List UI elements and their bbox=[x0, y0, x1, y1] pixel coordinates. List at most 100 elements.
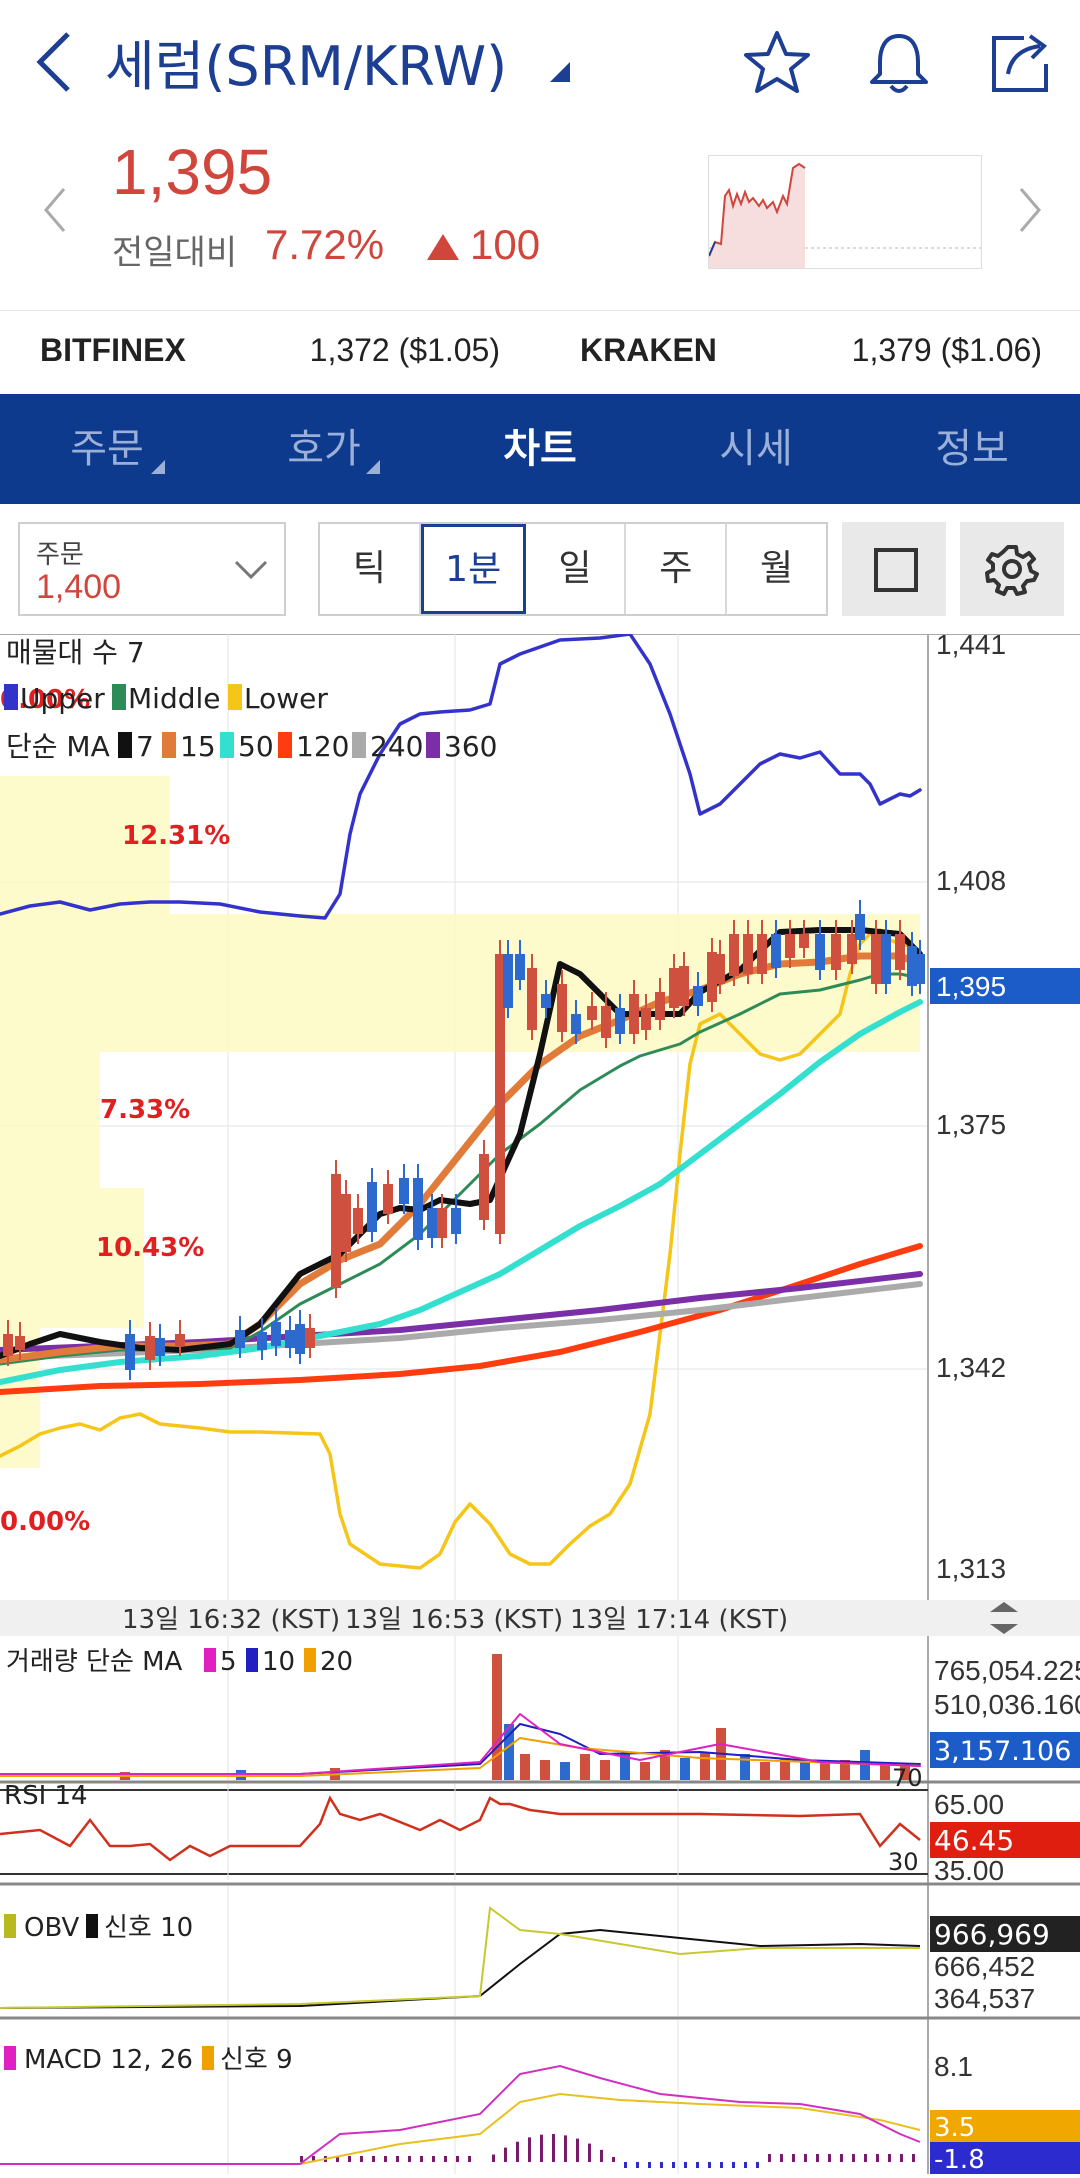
macd-bar bbox=[648, 2162, 651, 2168]
fullscreen-button[interactable] bbox=[842, 522, 946, 616]
legend-volume-profile: 매물대 수 7 bbox=[6, 636, 145, 669]
share-icon[interactable] bbox=[984, 28, 1054, 98]
macd-signal-label: 신호 9 bbox=[220, 2045, 293, 2075]
macd-bar bbox=[468, 2156, 471, 2162]
macd-bar bbox=[564, 2135, 567, 2162]
macd-bar bbox=[432, 2156, 435, 2162]
macd-bar bbox=[876, 2154, 879, 2162]
rsi-tick: 65.00 bbox=[934, 1789, 1004, 1820]
legend-swatch bbox=[278, 732, 292, 758]
price-summary: 1,395 전일대비 7.72% 100 bbox=[0, 125, 1080, 311]
interval-month[interactable]: 월 bbox=[727, 524, 826, 614]
macd-bar bbox=[840, 2154, 843, 2162]
profile-pct: 12.31% bbox=[122, 821, 230, 851]
macd-bar bbox=[612, 2157, 615, 2162]
volume-ma-5: 5 bbox=[220, 1647, 237, 1677]
macd-bar bbox=[456, 2156, 459, 2162]
rsi-level: 30 bbox=[888, 1848, 919, 1876]
profile-pct: 0.00% bbox=[0, 1507, 90, 1537]
mini-chart[interactable] bbox=[708, 155, 982, 269]
gear-icon bbox=[985, 545, 1039, 596]
up-triangle-icon bbox=[425, 232, 461, 266]
macd-bar bbox=[528, 2137, 531, 2162]
order-value: 1,400 bbox=[36, 568, 122, 606]
tab-orderbook[interactable]: 호가 bbox=[234, 394, 414, 504]
legend-ma-240: 240 bbox=[370, 730, 423, 763]
volume-ma-10: 10 bbox=[262, 1647, 295, 1677]
legend-ma: 단순 MA 7 15 50 120 240 360 bbox=[6, 730, 497, 763]
macd-bar bbox=[636, 2162, 639, 2168]
interval-1min[interactable]: 1분 bbox=[420, 524, 526, 614]
macd-bar bbox=[792, 2154, 795, 2162]
price-chart[interactable]: 매물대 수 7 0.00% Upper Middle Lower 단순 MA 7… bbox=[0, 629, 1080, 2175]
macd-bar bbox=[852, 2154, 855, 2162]
legend-ma-360: 360 bbox=[444, 730, 497, 763]
back-icon[interactable] bbox=[28, 22, 88, 102]
next-coin-icon[interactable] bbox=[1015, 185, 1045, 239]
dropdown-caret-icon[interactable] bbox=[548, 60, 572, 88]
macd-bar bbox=[756, 2162, 759, 2168]
volume-pane: 거래량 단순 MA 5 10 20 765,054.225 510,036.16… bbox=[0, 1636, 1080, 1780]
macd-bar bbox=[408, 2156, 411, 2162]
macd-bar bbox=[900, 2154, 903, 2162]
macd-bar bbox=[600, 2149, 603, 2162]
macd-bar bbox=[780, 2154, 783, 2162]
page-title[interactable]: 세럼(SRM/KRW) bbox=[105, 22, 507, 101]
legend-bb-middle: Middle bbox=[128, 682, 221, 715]
volume-bar bbox=[700, 1752, 710, 1780]
star-icon[interactable] bbox=[742, 28, 812, 98]
rsi-label: RSI 14 bbox=[4, 1781, 88, 1811]
y-tick: 1,408 bbox=[936, 865, 1006, 896]
interval-week[interactable]: 주 bbox=[626, 524, 728, 614]
legend-bollinger: Upper Middle Lower bbox=[4, 682, 328, 715]
macd-bar bbox=[804, 2154, 807, 2162]
macd-bar bbox=[732, 2162, 735, 2168]
macd-bar bbox=[888, 2154, 891, 2162]
tab-label: 시세 bbox=[719, 426, 793, 472]
legend-swatch bbox=[112, 684, 126, 710]
settings-button[interactable] bbox=[960, 522, 1064, 616]
macd-tag-text: -1.8 bbox=[934, 2145, 985, 2174]
macd-bar bbox=[552, 2134, 555, 2162]
obv-tag-text: 966,969 bbox=[934, 1918, 1050, 1951]
legend-swatch bbox=[246, 1648, 258, 1672]
legend-ma-50: 50 bbox=[238, 730, 274, 763]
macd-bar bbox=[444, 2156, 447, 2162]
macd-bar bbox=[360, 2156, 363, 2162]
tab-label: 주문 bbox=[70, 426, 144, 472]
chart-canvas[interactable]: 매물대 수 7 0.00% Upper Middle Lower 단순 MA 7… bbox=[0, 629, 1080, 2175]
exchange-name: BITFINEX bbox=[40, 332, 186, 368]
macd-bar bbox=[816, 2154, 819, 2162]
legend-ma-15: 15 bbox=[180, 730, 216, 763]
time-label: 13일 16:32 (KST) bbox=[122, 1605, 340, 1635]
order-price-select[interactable]: 주문 1,400 bbox=[18, 522, 286, 616]
tab-quotes[interactable]: 시세 bbox=[666, 394, 846, 504]
interval-tick[interactable]: 틱 bbox=[320, 524, 421, 614]
tab-info[interactable]: 정보 bbox=[882, 394, 1062, 504]
prev-coin-icon[interactable] bbox=[40, 185, 70, 239]
volume-bar bbox=[520, 1754, 530, 1780]
chevron-down-icon bbox=[234, 560, 268, 584]
macd-bar bbox=[372, 2156, 375, 2162]
tab-chart[interactable]: 차트 bbox=[450, 394, 630, 504]
bell-icon[interactable] bbox=[864, 28, 934, 98]
macd-bar bbox=[540, 2134, 543, 2162]
macd-bar bbox=[420, 2156, 423, 2162]
rsi-line bbox=[0, 1795, 921, 1862]
macd-bar bbox=[588, 2143, 591, 2162]
interval-selector: 틱 1분 일 주 월 bbox=[318, 522, 828, 616]
profile-pct: 10.43% bbox=[96, 1233, 204, 1263]
macd-bar bbox=[768, 2154, 771, 2162]
macd-bar bbox=[828, 2154, 831, 2162]
rsi-tag-text: 46.45 bbox=[934, 1824, 1014, 1857]
chart-toolbar: 주문 1,400 틱 1분 일 주 월 bbox=[0, 504, 1080, 634]
obv-pane: OBV 신호 10 966,969 666,452 364,537 bbox=[0, 1886, 1080, 2016]
volume-tag-text: 3,157.106 bbox=[934, 1736, 1071, 1767]
legend-swatch bbox=[426, 732, 440, 758]
interval-day[interactable]: 일 bbox=[526, 524, 627, 614]
obv-tick: 666,452 bbox=[934, 1951, 1035, 1982]
change-label: 전일대비 bbox=[112, 233, 238, 273]
tab-order[interactable]: 주문 bbox=[17, 394, 197, 504]
macd-bar bbox=[684, 2162, 687, 2168]
legend-ma-120: 120 bbox=[296, 730, 349, 763]
